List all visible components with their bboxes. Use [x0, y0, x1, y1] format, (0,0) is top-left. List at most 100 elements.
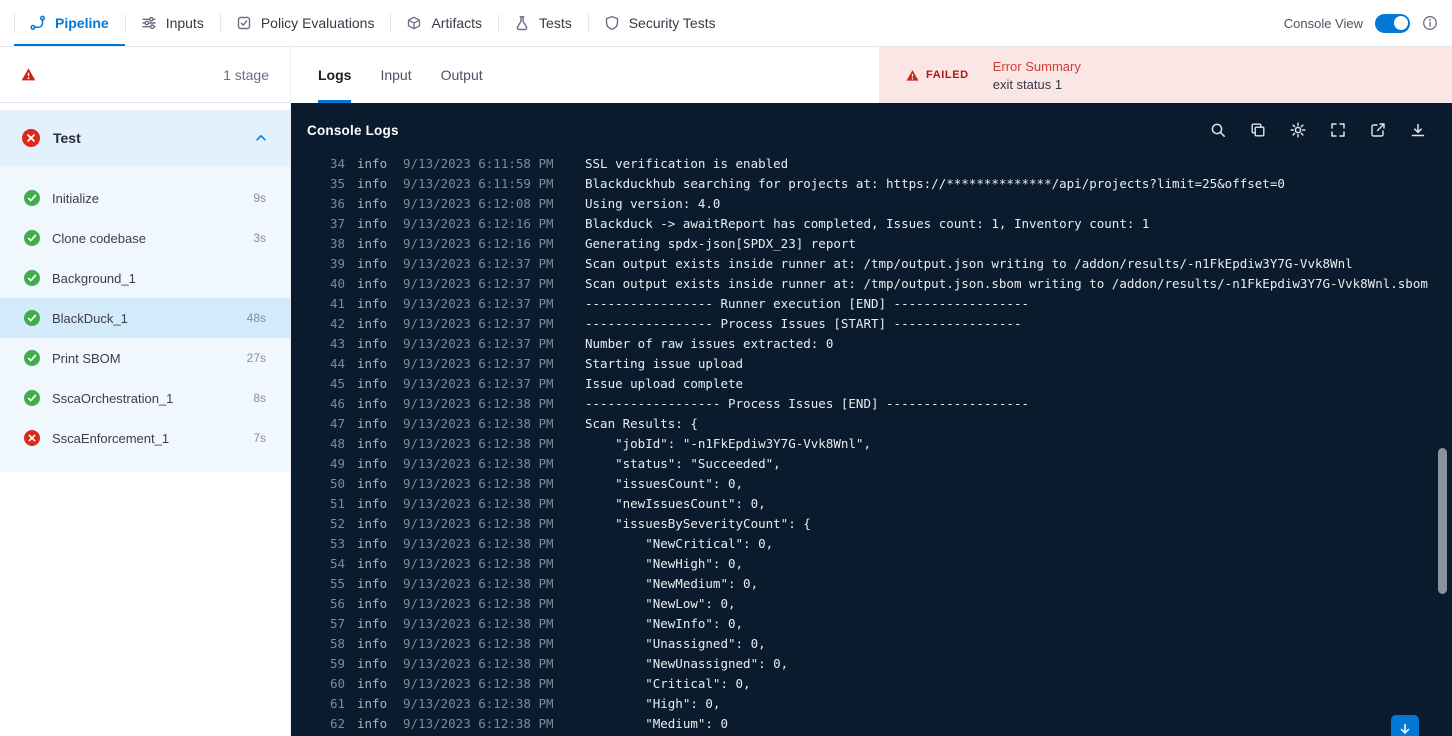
log-timestamp: 9/13/2023 6:11:58 PM: [403, 157, 554, 171]
check-circle-icon: [24, 350, 40, 366]
log-level: info: [357, 296, 388, 311]
log-line-number: 53: [329, 536, 345, 551]
gear-icon[interactable]: [1290, 122, 1306, 138]
log-message: "Medium": 0: [585, 716, 728, 731]
log-level: info: [357, 556, 388, 571]
log-level: info: [357, 196, 388, 211]
log-level: info: [357, 396, 388, 411]
log-line-number: 39: [329, 256, 345, 271]
log-timestamp: 9/13/2023 6:12:38 PM: [403, 556, 554, 571]
log-message: Starting issue upload: [585, 356, 744, 371]
log-timestamp: 9/13/2023 6:12:38 PM: [403, 476, 554, 491]
log-message: Using version: 4.0: [585, 196, 721, 211]
step-row[interactable]: Initialize 9s: [0, 178, 290, 218]
log-row: 51 info 9/13/2023 6:12:38 PM "newIssuesC…: [321, 494, 1452, 514]
chevron-up-icon[interactable]: [254, 131, 268, 145]
step-row[interactable]: SscaOrchestration_1 8s: [0, 378, 290, 418]
warning-triangle-icon: [906, 69, 919, 82]
log-timestamp: 9/13/2023 6:12:38 PM: [403, 636, 554, 651]
log-row: 35 info 9/13/2023 6:11:59 PM Blackduckhu…: [321, 174, 1452, 194]
log-line-number: 46: [329, 396, 345, 411]
log-message: Blackduck -> awaitReport has completed, …: [585, 216, 1150, 231]
console-view-toggle[interactable]: [1375, 13, 1410, 33]
log-timestamp: 9/13/2023 6:11:59 PM: [403, 176, 554, 191]
sidebar-header: 1 stage: [0, 47, 290, 103]
log-row: 38 info 9/13/2023 6:12:16 PM Generating …: [321, 234, 1452, 254]
step-row[interactable]: BlackDuck_1 48s: [0, 298, 290, 338]
step-row[interactable]: Clone codebase 3s: [0, 218, 290, 258]
log-message: "NewUnassigned": 0,: [585, 656, 789, 671]
download-icon[interactable]: [1410, 122, 1426, 138]
step-row[interactable]: Print SBOM 27s: [0, 338, 290, 378]
log-tab[interactable]: Input: [380, 47, 411, 103]
search-icon[interactable]: [1210, 122, 1226, 138]
log-row: 48 info 9/13/2023 6:12:38 PM "jobId": "-…: [321, 434, 1452, 454]
log-level: info: [357, 656, 388, 671]
copy-icon[interactable]: [1250, 122, 1266, 138]
log-message: "issuesCount": 0,: [585, 476, 744, 491]
log-level: info: [357, 376, 388, 391]
log-tab[interactable]: Logs: [318, 47, 352, 103]
log-message: "status": "Succeeded",: [585, 456, 781, 471]
step-duration: 7s: [253, 431, 266, 445]
step-duration: 8s: [253, 391, 266, 405]
log-level: info: [357, 676, 388, 691]
check-circle-icon: [24, 390, 40, 406]
check-circle-icon: [24, 190, 40, 206]
x-circle-icon: [22, 129, 40, 147]
log-timestamp: 9/13/2023 6:12:38 PM: [403, 436, 554, 451]
log-line-number: 34: [329, 157, 345, 171]
console-log-area[interactable]: 34 info 9/13/2023 6:11:58 PM SSL verific…: [291, 157, 1452, 736]
nav-tab[interactable]: Inputs: [124, 0, 220, 46]
execution-sidebar: 1 stage Test Initialize 9s Clone codebas…: [0, 47, 291, 736]
log-row: 58 info 9/13/2023 6:12:38 PM "Unassigned…: [321, 634, 1452, 654]
log-message: "NewHigh": 0,: [585, 556, 744, 571]
log-level: info: [357, 576, 388, 591]
nav-tab[interactable]: Pipeline: [14, 0, 125, 46]
log-row: 57 info 9/13/2023 6:12:38 PM "NewInfo": …: [321, 614, 1452, 634]
nav-tab[interactable]: Tests: [498, 0, 588, 46]
top-navigation: Pipeline Inputs Policy Evaluations Artif…: [0, 0, 1452, 47]
nav-tab-label: Inputs: [165, 15, 204, 31]
log-timestamp: 9/13/2023 6:12:38 PM: [403, 496, 554, 511]
check-circle-icon: [24, 230, 40, 246]
log-line-number: 36: [329, 196, 345, 211]
step-label: Print SBOM: [52, 350, 121, 366]
external-link-icon[interactable]: [1370, 122, 1386, 138]
log-line-number: 44: [329, 356, 345, 371]
log-level: info: [357, 316, 388, 331]
step-row[interactable]: SscaEnforcement_1 7s: [0, 418, 290, 458]
log-message: Generating spdx-json[SPDX_23] report: [585, 236, 856, 251]
nav-tab-label: Security Tests: [628, 15, 716, 31]
pipeline-icon: [30, 15, 46, 31]
log-level: info: [357, 157, 388, 171]
log-message: "NewInfo": 0,: [585, 616, 744, 631]
nav-right: Console View: [1284, 0, 1438, 46]
nav-tab[interactable]: Artifacts: [390, 0, 498, 46]
log-row: 37 info 9/13/2023 6:12:16 PM Blackduck -…: [321, 214, 1452, 234]
info-icon[interactable]: [1422, 15, 1438, 31]
log-level: info: [357, 216, 388, 231]
log-message: SSL verification is enabled: [585, 157, 789, 171]
log-line-number: 62: [329, 716, 345, 731]
log-line-number: 43: [329, 336, 345, 351]
fullscreen-icon[interactable]: [1330, 122, 1346, 138]
log-line-number: 37: [329, 216, 345, 231]
nav-tab[interactable]: Policy Evaluations: [219, 0, 391, 46]
log-timestamp: 9/13/2023 6:12:37 PM: [403, 336, 554, 351]
log-message: Blackduckhub searching for projects at: …: [585, 176, 1285, 191]
log-timestamp: 9/13/2023 6:12:38 PM: [403, 656, 554, 671]
log-tab[interactable]: Output: [441, 47, 483, 103]
nav-tab-label: Tests: [539, 15, 572, 31]
step-row[interactable]: Background_1: [0, 258, 290, 298]
failed-badge: FAILED: [906, 69, 969, 82]
log-timestamp: 9/13/2023 6:12:37 PM: [403, 296, 554, 311]
x-circle-icon: [24, 430, 40, 446]
scrollbar-thumb[interactable]: [1438, 448, 1447, 594]
log-message: "NewCritical": 0,: [585, 536, 774, 551]
nav-tab[interactable]: Security Tests: [587, 0, 732, 46]
scroll-to-bottom-button[interactable]: [1391, 715, 1419, 736]
step-label: Clone codebase: [52, 230, 146, 246]
stage-group-header[interactable]: Test: [0, 110, 290, 166]
log-row: 44 info 9/13/2023 6:12:37 PM Starting is…: [321, 354, 1452, 374]
